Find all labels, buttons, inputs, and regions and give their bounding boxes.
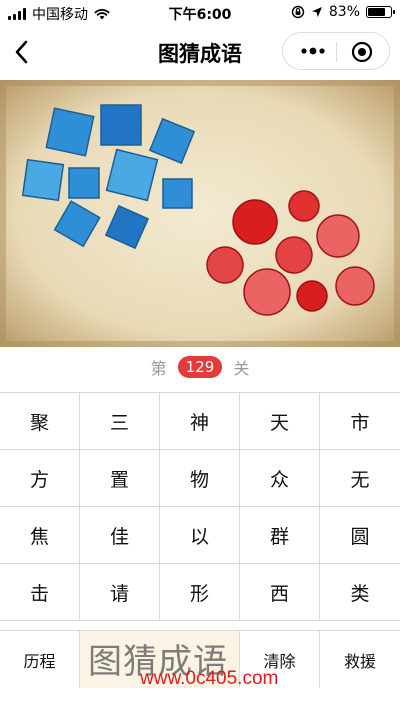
character-tile[interactable]: 天 xyxy=(240,393,320,450)
character-tile[interactable]: 西 xyxy=(240,564,320,621)
character-tile[interactable]: 无 xyxy=(320,450,400,507)
puzzle-image xyxy=(0,80,400,347)
red-circle xyxy=(275,236,313,274)
character-tile[interactable]: 置 xyxy=(80,450,160,507)
target-circle-icon[interactable] xyxy=(351,41,373,63)
answer-slots[interactable] xyxy=(80,631,240,689)
character-tile[interactable]: 击 xyxy=(0,564,80,621)
character-tile[interactable]: 焦 xyxy=(0,507,80,564)
character-tile[interactable]: 佳 xyxy=(80,507,160,564)
character-tile[interactable]: 请 xyxy=(80,564,160,621)
red-circle xyxy=(296,280,328,312)
red-circle xyxy=(206,246,244,284)
battery-percent: 83% xyxy=(328,4,360,20)
character-tile[interactable]: 类 xyxy=(320,564,400,621)
character-tile[interactable]: 以 xyxy=(160,507,240,564)
status-bar: 中国移动 下午6:00 83% xyxy=(0,0,400,26)
character-tile[interactable]: 形 xyxy=(160,564,240,621)
action-bar: 历程 清除 救援 xyxy=(0,630,400,689)
bottom-spacer xyxy=(0,688,400,710)
character-tile[interactable]: 市 xyxy=(320,393,400,450)
character-tile[interactable]: 圆 xyxy=(320,507,400,564)
blue-square xyxy=(105,148,159,202)
blue-square xyxy=(45,107,95,157)
red-circle xyxy=(288,190,320,222)
more-dots-icon[interactable] xyxy=(299,44,327,58)
level-number-badge: 129 xyxy=(177,356,223,378)
character-tile[interactable]: 三 xyxy=(80,393,160,450)
red-circle xyxy=(232,199,278,245)
character-tile[interactable]: 神 xyxy=(160,393,240,450)
help-button[interactable]: 救援 xyxy=(320,631,400,689)
blue-square xyxy=(100,104,142,146)
blue-square xyxy=(162,178,193,209)
clear-button[interactable]: 清除 xyxy=(240,631,320,689)
history-button[interactable]: 历程 xyxy=(0,631,80,689)
character-tile[interactable]: 众 xyxy=(240,450,320,507)
blue-square xyxy=(68,167,100,199)
miniprogram-capsule xyxy=(282,32,390,70)
character-tile[interactable]: 物 xyxy=(160,450,240,507)
character-tile[interactable]: 方 xyxy=(0,450,80,507)
navigation-bar: 图猜成语 xyxy=(0,26,400,78)
red-circle xyxy=(335,266,375,306)
red-circle xyxy=(316,214,360,258)
location-icon xyxy=(311,7,322,17)
battery-icon xyxy=(366,6,395,18)
character-tile[interactable]: 聚 xyxy=(0,393,80,450)
level-prefix: 第 xyxy=(150,359,167,378)
character-tile[interactable]: 群 xyxy=(240,507,320,564)
level-suffix: 关 xyxy=(233,359,250,378)
blue-square xyxy=(21,158,65,202)
capsule-divider xyxy=(336,42,337,62)
red-circle xyxy=(243,268,291,316)
status-right: 83% xyxy=(291,4,395,20)
character-grid: 聚 三 神 天 市 方 置 物 众 无 焦 佳 以 群 圆 击 请 形 西 类 xyxy=(0,392,400,621)
rotation-lock-icon xyxy=(291,5,305,19)
level-indicator: 第 129 关 xyxy=(0,355,400,385)
battery-fill xyxy=(368,8,385,16)
